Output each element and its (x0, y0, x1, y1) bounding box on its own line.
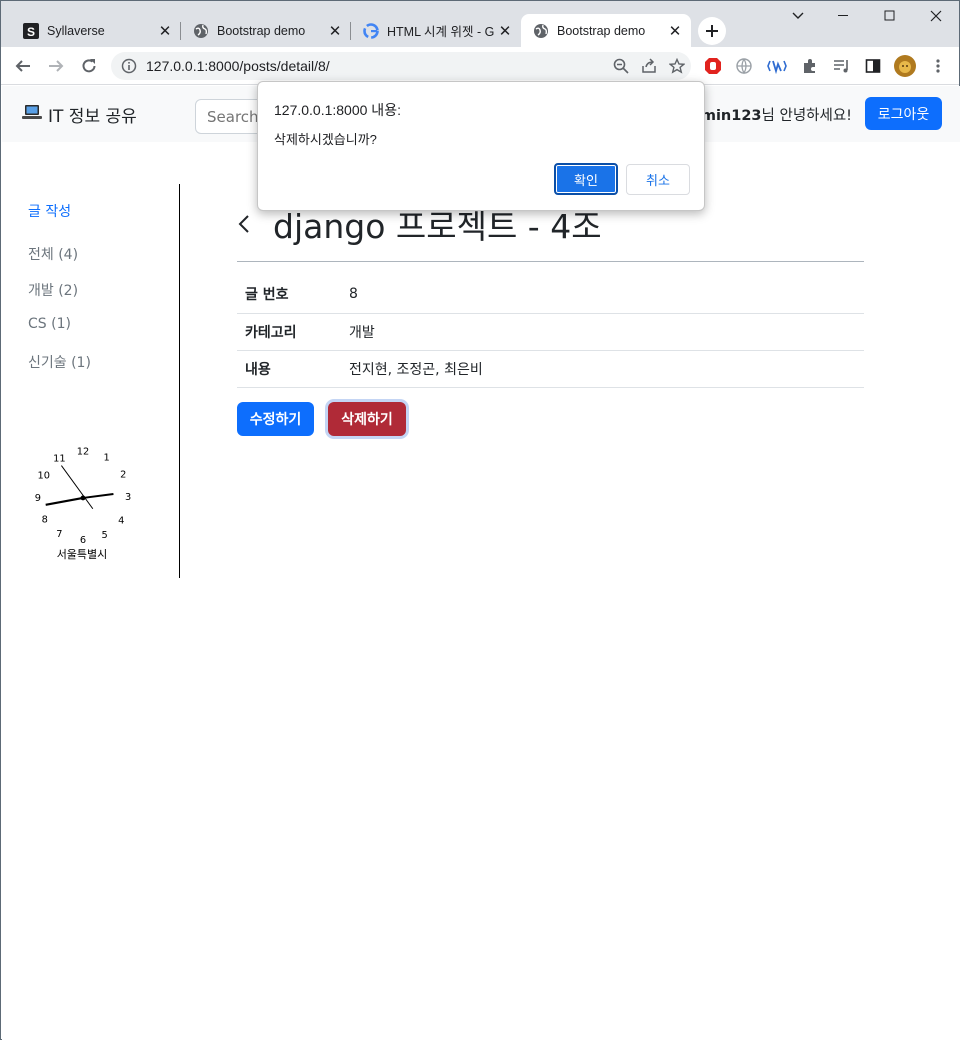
sidebar: 글 작성 전체 (4) 개발 (2) CS (1) 신기술 (1) 12 1 2… (2, 184, 180, 578)
table-row: 카테고리 개발 (237, 313, 864, 350)
tab-html-clock-widget[interactable]: HTML 시계 위젯 - G ✕ (351, 14, 521, 47)
syllaverse-s-icon: S (23, 22, 39, 39)
browser-window: S Syllaverse ✕ Bootstrap demo ✕ HTML 시계 … (0, 0, 960, 1040)
adblock-extension-icon[interactable] (701, 54, 725, 78)
maximize-button[interactable] (867, 1, 913, 31)
tab-title: Bootstrap demo (217, 23, 306, 38)
clock-city-label: 서울특별시 (56, 548, 108, 561)
tab-search-chevron-down-icon[interactable] (775, 1, 821, 31)
close-icon[interactable]: ✕ (667, 22, 683, 40)
table-row: 내용 전지현, 조정곤, 최은비 (237, 350, 864, 387)
clock-number-5: 5 (101, 530, 107, 541)
more-menu-icon[interactable] (926, 54, 950, 78)
new-tab-button[interactable] (698, 17, 726, 45)
globe-icon (193, 23, 209, 39)
dialog-message: 삭제하시겠습니까? (274, 132, 377, 147)
row-label: 카테고리 (245, 324, 297, 341)
zoom-icon[interactable] (607, 52, 635, 80)
clock-hour-hand (45, 496, 84, 506)
clock-minute-hand (82, 493, 114, 499)
extensions-puzzle-icon[interactable] (798, 54, 822, 78)
clock-number-9: 9 (35, 493, 41, 504)
tab-bootstrap-demo-1[interactable]: Bootstrap demo ✕ (181, 14, 351, 47)
reload-icon[interactable] (75, 52, 103, 80)
clock-widget: 12 1 2 3 4 5 6 7 8 9 10 11 (35, 447, 132, 546)
logout-button[interactable]: 로그아웃 (865, 97, 942, 130)
browser-toolbar: 127.0.0.1:8000/posts/detail/8/ (1, 47, 959, 85)
tab-title: Bootstrap demo (557, 23, 646, 38)
close-icon[interactable]: ✕ (327, 22, 343, 40)
table-row: 글 번호 8 (237, 276, 864, 313)
url-text: 127.0.0.1:8000/posts/detail/8/ (146, 58, 330, 74)
dialog-ok-button[interactable]: 확인 (554, 163, 618, 195)
sidebar-item-cs[interactable]: CS (1) (28, 316, 71, 332)
close-window-button[interactable] (913, 1, 959, 31)
row-value: 전지현, 조정곤, 최은비 (349, 361, 483, 378)
close-icon[interactable]: ✕ (157, 22, 173, 40)
brand-text: IT 정보 공유 (48, 107, 137, 127)
dialog-cancel-button[interactable]: 취소 (626, 164, 690, 195)
media-queue-icon[interactable] (830, 54, 854, 78)
chevron-left-icon[interactable] (237, 209, 259, 239)
page-content: IT 정보 공유 admin123님 안녕하세요! 로그아웃 글 작성 전체 (… (2, 86, 960, 1040)
post-detail-table: 글 번호 8 카테고리 개발 내용 전지현, 조정곤, 최은비 (237, 276, 864, 388)
tab-title: Syllaverse (47, 23, 105, 38)
svg-text:S: S (27, 25, 35, 39)
address-bar[interactable]: 127.0.0.1:8000/posts/detail/8/ (111, 52, 691, 80)
minimize-button[interactable] (821, 1, 867, 31)
close-icon[interactable]: ✕ (497, 22, 513, 40)
edit-button[interactable]: 수정하기 (237, 402, 314, 436)
clock-number-10: 10 (37, 470, 50, 481)
bookmark-star-icon[interactable] (663, 52, 691, 80)
delete-button[interactable]: 삭제하기 (328, 402, 406, 436)
clock-number-6: 6 (80, 535, 86, 546)
clock-number-2: 2 (120, 469, 126, 480)
title-divider (237, 261, 864, 262)
clock-number-1: 1 (103, 453, 109, 464)
google-g-icon (363, 22, 379, 39)
row-value: 8 (349, 286, 358, 303)
side-panel-icon[interactable] (861, 54, 885, 78)
user-greeting: admin123님 안녕하세요! (681, 104, 852, 125)
clock-center-pin (80, 495, 86, 501)
tab-syllaverse[interactable]: S Syllaverse ✕ (11, 14, 181, 47)
dev-extension-icon[interactable] (765, 54, 789, 78)
clock-second-hand (60, 465, 94, 510)
write-post-link[interactable]: 글 작성 (28, 201, 71, 221)
tab-title: HTML 시계 위젯 - G (387, 25, 495, 39)
greeting-suffix: 님 안녕하세요! (761, 108, 852, 124)
site-info-icon[interactable] (121, 58, 137, 74)
sidebar-item-dev[interactable]: 개발 (2) (28, 280, 78, 300)
laptop-icon (22, 104, 42, 125)
clock-number-7: 7 (56, 529, 62, 540)
confirm-dialog: 127.0.0.1:8000 내용: 삭제하시겠습니까? 확인 취소 (257, 81, 705, 211)
tab-bootstrap-demo-active[interactable]: Bootstrap demo ✕ (521, 14, 691, 47)
row-label: 글 번호 (245, 287, 289, 304)
row-value: 개발 (349, 324, 375, 341)
profile-avatar[interactable] (893, 54, 917, 78)
tab-strip: S Syllaverse ✕ Bootstrap demo ✕ HTML 시계 … (1, 1, 959, 47)
row-label: 내용 (245, 361, 271, 378)
brand-link[interactable]: IT 정보 공유 (22, 102, 137, 127)
clock-number-11: 11 (53, 454, 65, 465)
clock-number-8: 8 (42, 515, 48, 526)
clock-number-4: 4 (118, 515, 124, 526)
share-icon[interactable] (635, 52, 663, 80)
translate-globe-icon[interactable] (732, 54, 756, 78)
clock-number-3: 3 (125, 492, 131, 503)
forward-arrow-icon[interactable] (42, 52, 70, 80)
globe-icon (533, 23, 549, 39)
sidebar-item-newtech[interactable]: 신기술 (1) (28, 352, 91, 372)
sidebar-item-all[interactable]: 전체 (4) (28, 244, 78, 264)
clock-number-12: 12 (77, 447, 90, 458)
dialog-title: 127.0.0.1:8000 내용: (274, 102, 401, 118)
back-arrow-icon[interactable] (9, 52, 37, 80)
